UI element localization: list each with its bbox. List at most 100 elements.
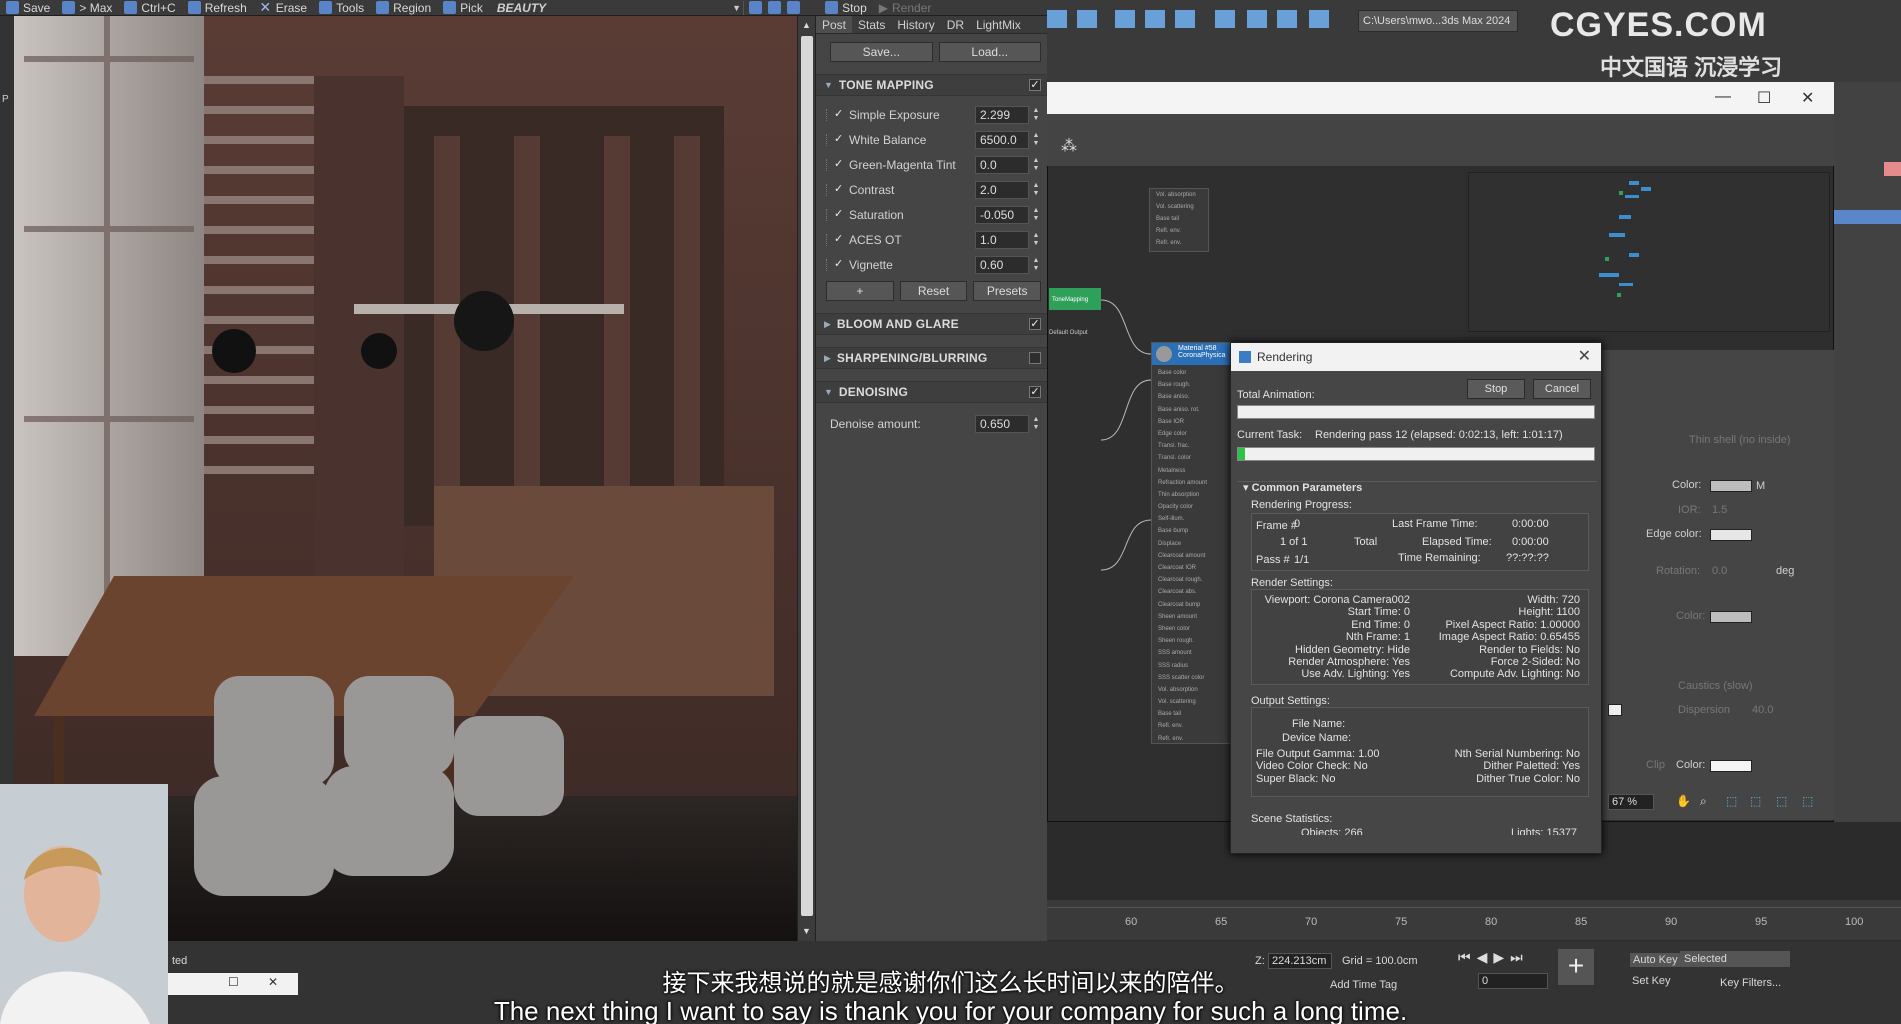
denoise-checkbox[interactable]: ✓ [1029, 386, 1041, 398]
param-input[interactable]: 2.299 [975, 105, 1029, 124]
selected-row-highlight[interactable] [1834, 210, 1901, 224]
color-swatch-red[interactable] [1884, 162, 1901, 176]
spinner-icon[interactable]: ▲ ▼ [1031, 157, 1041, 173]
thin-shell-label[interactable]: Thin shell (no inside) [1689, 434, 1791, 446]
dispersion-label[interactable]: Dispersion [1678, 704, 1730, 716]
tab-dr[interactable]: DR [941, 16, 970, 33]
denoise-header[interactable]: ▼ DENOISING ✓ [816, 381, 1047, 403]
drag-handle-icon[interactable] [826, 183, 830, 196]
spinner-icon[interactable]: ▲ ▼ [1031, 107, 1041, 123]
node-prev[interactable]: ToneMapping [1049, 288, 1101, 310]
param-input[interactable]: -0.050 [975, 205, 1029, 224]
material-slot[interactable]: Sheen color [1152, 623, 1230, 635]
drag-handle-icon[interactable] [826, 133, 830, 146]
pick-button[interactable]: Pick [437, 0, 489, 15]
color3-swatch[interactable] [1710, 760, 1752, 772]
param-checkbox[interactable]: ✓ [834, 209, 845, 220]
to-max-button[interactable]: > Max [56, 0, 118, 15]
zoom-dropdown[interactable]: 67 % [1608, 794, 1654, 810]
close-icon[interactable]: ✕ [1578, 343, 1591, 371]
material-slot[interactable]: Sheen rough. [1152, 635, 1230, 647]
zoom-in-icon[interactable] [749, 1, 763, 14]
param-input[interactable]: 1.0 [975, 230, 1029, 249]
param-input[interactable]: 2.0 [975, 180, 1029, 199]
refresh-button[interactable]: Refresh [182, 0, 253, 15]
material-slot[interactable]: Clearcoat bump [1152, 599, 1230, 611]
scrollbar-thumb[interactable] [801, 36, 813, 916]
stop-button[interactable]: Stop [819, 0, 873, 15]
zoom-extents-icon[interactable]: ⬚ [1750, 794, 1761, 808]
drag-handle-icon[interactable] [826, 258, 830, 271]
region-button[interactable]: Region [370, 0, 437, 15]
bloom-checkbox[interactable]: ✓ [1029, 318, 1041, 330]
spinner-icon[interactable]: ▲ ▼ [1031, 257, 1041, 273]
material-slot[interactable]: Vol. scattering [1152, 696, 1230, 708]
color-swatch[interactable] [1710, 480, 1752, 492]
chevron-down-icon[interactable]: ▼ [802, 926, 811, 936]
reset-button[interactable]: Reset [899, 281, 968, 301]
drag-handle-icon[interactable] [826, 233, 830, 246]
material-slot[interactable]: SSS radius [1152, 660, 1230, 672]
spinner-icon[interactable]: ▲ ▼ [1031, 232, 1041, 248]
material-slot[interactable]: Vol. absorption [1152, 684, 1230, 696]
color2-swatch[interactable] [1710, 611, 1752, 623]
copy-button[interactable]: Ctrl+C [118, 0, 181, 15]
param-input[interactable]: 6500.0 [975, 130, 1029, 149]
save-button[interactable]: Save [0, 0, 56, 15]
zoom-region-icon[interactable]: ⬚ [1726, 794, 1737, 808]
chevron-up-icon[interactable]: ▲ [802, 20, 811, 30]
clip-label[interactable]: Clip [1646, 759, 1665, 771]
tab-stats[interactable]: Stats [852, 16, 891, 33]
presets-button[interactable]: Presets [973, 281, 1042, 301]
material-slot[interactable]: Base tail [1152, 708, 1230, 720]
tab-post[interactable]: Post [816, 16, 853, 33]
minimize-icon[interactable]: — [1715, 88, 1731, 106]
material-slot[interactable]: Refr. env. [1152, 733, 1230, 745]
denoise-input[interactable]: 0.650 [975, 414, 1029, 433]
sharpen-checkbox[interactable] [1029, 352, 1041, 364]
material-slot[interactable]: Refl. env. [1152, 720, 1230, 732]
param-input[interactable]: 0.0 [975, 155, 1029, 174]
bloom-header[interactable]: ▶ BLOOM AND GLARE ✓ [816, 313, 1047, 335]
tab-lightmix[interactable]: LightMix [970, 16, 1027, 33]
cancel-render-button[interactable]: Cancel [1533, 379, 1591, 399]
map-button[interactable]: M [1756, 480, 1765, 492]
param-checkbox[interactable]: ✓ [834, 109, 845, 120]
add-operator-button[interactable]: + [826, 281, 894, 301]
pan-icon[interactable]: ✋ [1676, 794, 1691, 808]
material-slot[interactable]: Sheen amount [1152, 611, 1230, 623]
white-swatch[interactable] [1608, 704, 1622, 716]
ior-input[interactable]: 1.5 [1712, 504, 1727, 516]
param-input[interactable]: 0.60 [975, 255, 1029, 274]
zoom-out-icon[interactable] [768, 1, 782, 14]
spinner-icon[interactable]: ▲ ▼ [1031, 182, 1041, 198]
timeline[interactable]: 60 65 70 75 80 85 90 95 100 [1047, 900, 1901, 940]
param-checkbox[interactable]: ✓ [834, 159, 845, 170]
param-checkbox[interactable]: ✓ [834, 134, 845, 145]
edge-color-swatch[interactable] [1710, 529, 1752, 541]
search-icon[interactable]: ⌕ [1700, 794, 1707, 809]
drag-handle-icon[interactable] [826, 108, 830, 121]
tab-history[interactable]: History [891, 16, 940, 33]
tone-mapping-header[interactable]: ▼ TONE MAPPING ✓ [816, 74, 1047, 96]
caustics-label[interactable]: Caustics (slow) [1678, 680, 1753, 692]
stop-render-button[interactable]: Stop [1467, 379, 1525, 399]
param-checkbox[interactable]: ✓ [834, 259, 845, 270]
post-load-button[interactable]: Load... [938, 42, 1041, 62]
channel-select[interactable]: BEAUTY [489, 1, 554, 15]
close-icon[interactable]: ✕ [1801, 88, 1814, 108]
render-scrollbar[interactable]: ▲ ▼ [797, 16, 815, 941]
drag-handle-icon[interactable] [826, 208, 830, 221]
post-save-button[interactable]: Save... [830, 42, 933, 62]
project-path-dropdown[interactable]: C:\Users\mwo...3ds Max 2024 [1358, 10, 1518, 32]
slate-navigator[interactable] [1468, 172, 1830, 332]
erase-button[interactable]: ✕ Erase [253, 0, 313, 15]
zoom-selected-icon[interactable]: ⬚ [1776, 794, 1787, 808]
dispersion-input[interactable]: 40.0 [1752, 704, 1773, 716]
spinner-icon[interactable]: ▲ ▼ [1031, 207, 1041, 223]
zoom-fit-icon[interactable] [787, 1, 801, 14]
rotation-input[interactable]: 0.0 [1712, 565, 1727, 577]
material-slot[interactable]: SSS amount [1152, 647, 1230, 659]
pick-material-icon[interactable]: ⁂ [1061, 136, 1077, 156]
maximize-icon[interactable]: ☐ [1757, 88, 1771, 108]
